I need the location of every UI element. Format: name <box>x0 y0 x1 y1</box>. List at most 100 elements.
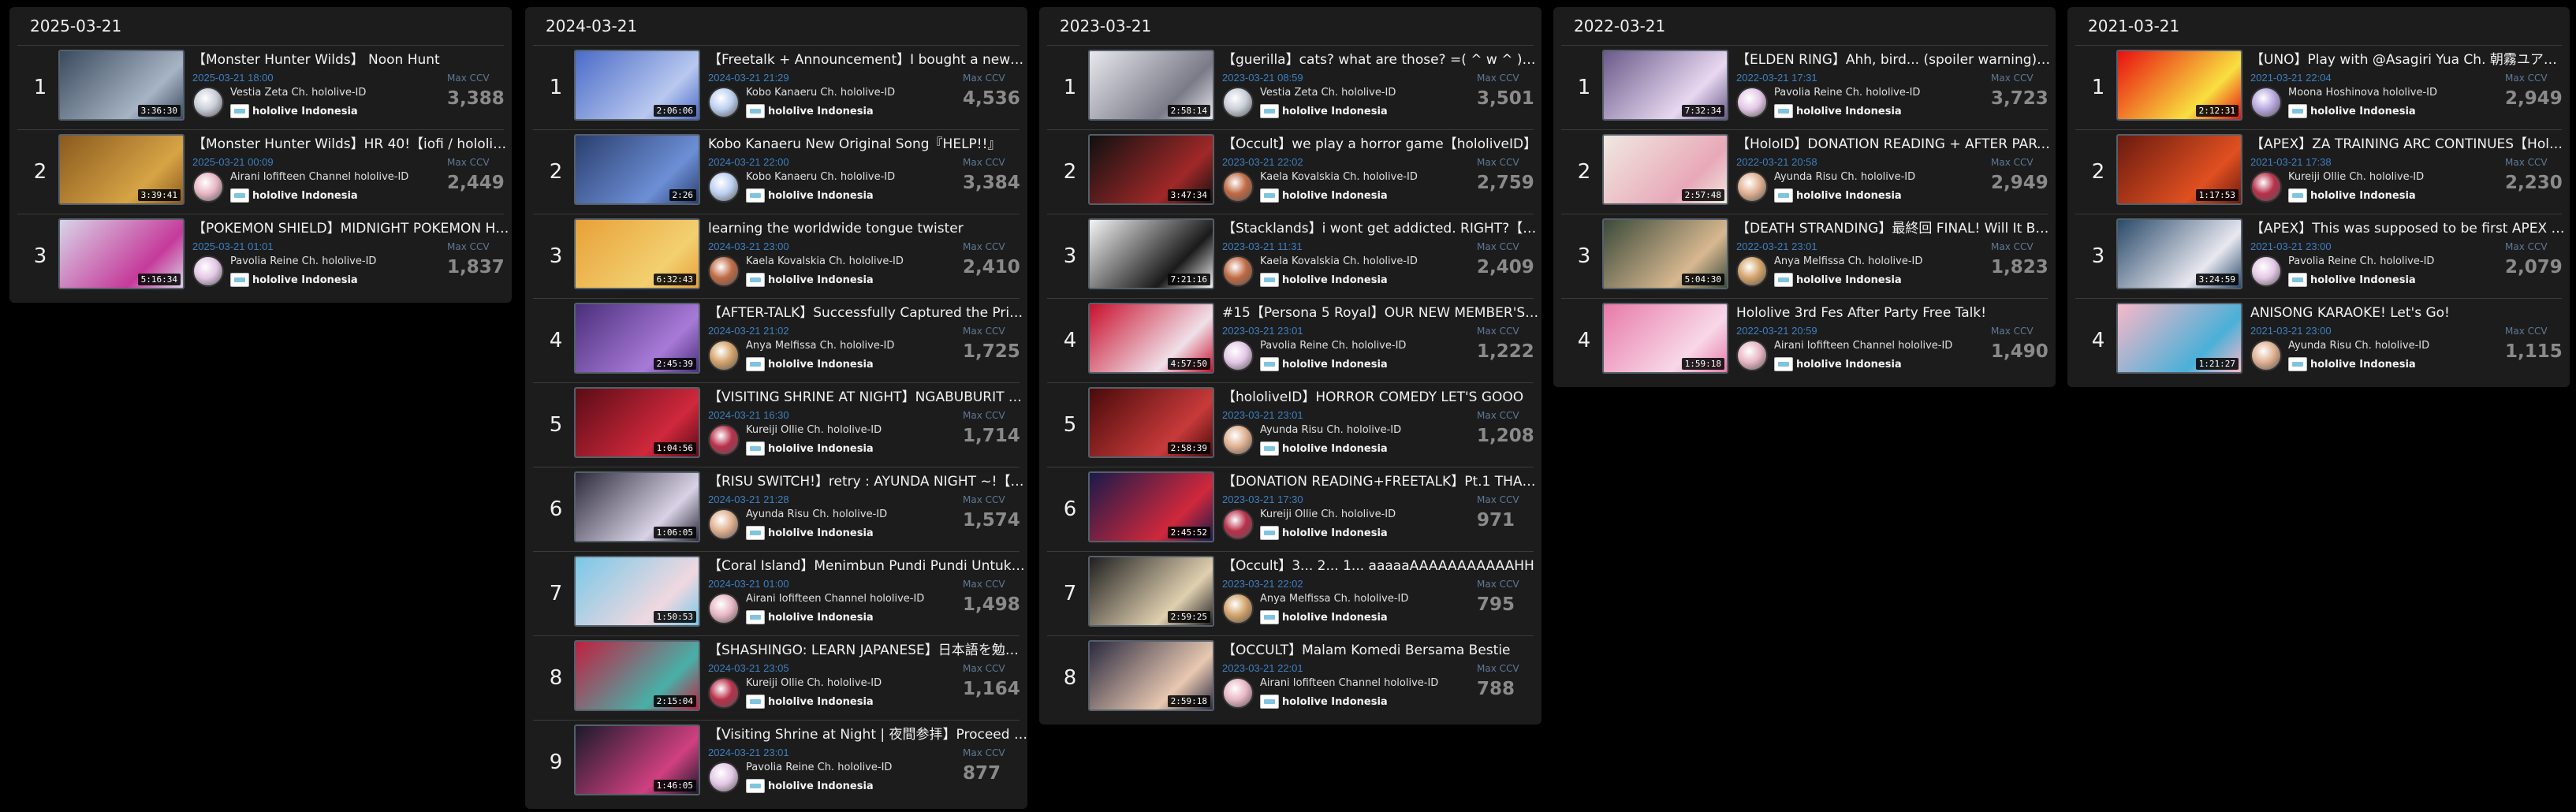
stream-row[interactable]: 3 5:04:30 【DEATH STRANDING】最終回 FINAL! Wi… <box>1561 214 2056 298</box>
channel-name[interactable]: Pavolia Reine Ch. hololive-ID <box>1260 340 1457 352</box>
org-tag[interactable]: hololive Indonesia <box>1260 525 1388 541</box>
channel-avatar[interactable] <box>1736 171 1768 203</box>
stream-thumbnail[interactable]: 1:21:27 <box>2116 303 2242 374</box>
stream-thumbnail[interactable]: 2:26 <box>574 134 700 205</box>
org-tag[interactable]: hololive Indonesia <box>746 525 874 541</box>
org-tag[interactable]: hololive Indonesia <box>1774 188 1902 203</box>
channel-name[interactable]: Pavolia Reine Ch. hololive-ID <box>230 255 427 267</box>
channel-avatar[interactable] <box>1736 340 1768 371</box>
channel-avatar[interactable] <box>1736 255 1768 287</box>
org-tag[interactable]: hololive Indonesia <box>2288 272 2416 288</box>
stream-title-link[interactable]: 【Coral Island】Menimbun Pundi Pundi Untuk… <box>708 557 1027 575</box>
stream-title-link[interactable]: Hololive 3rd Fes After Party Free Talk! <box>1736 304 2056 322</box>
stream-row[interactable]: 9 1:46:05 【Visiting Shrine at Night | 夜間… <box>533 720 1027 804</box>
stream-thumbnail[interactable]: 2:45:39 <box>574 303 700 374</box>
channel-name[interactable]: Kaela Kovalskia Ch. hololive-ID <box>1260 171 1457 183</box>
channel-name[interactable]: Anya Melfissa Ch. hololive-ID <box>746 340 943 352</box>
channel-name[interactable]: Airani Iofifteen Channel hololive-ID <box>1774 340 1971 352</box>
stream-row[interactable]: 1 3:36:30 【Monster Hunter Wilds】 Noon Hu… <box>17 45 505 129</box>
channel-name[interactable]: Pavolia Reine Ch. hololive-ID <box>746 762 943 773</box>
stream-row[interactable]: 6 2:45:52 【DONATION READING+FREETALK】Pt.… <box>1047 467 1541 551</box>
stream-thumbnail[interactable]: 1:59:18 <box>1602 303 1728 374</box>
channel-name[interactable]: Kobo Kanaeru Ch. hololive-ID <box>746 87 943 99</box>
stream-title-link[interactable]: 【UNO】Play with @Asagiri Yua Ch. 朝霧ユア【hol… <box>2250 50 2570 69</box>
channel-avatar[interactable] <box>192 87 224 118</box>
stream-title-link[interactable]: #15【Persona 5 Royal】OUR NEW MEMBER'S OKU… <box>1222 304 1541 322</box>
channel-name[interactable]: Kureiji Ollie Ch. hololive-ID <box>746 677 943 689</box>
stream-thumbnail[interactable]: 3:39:41 <box>58 134 185 205</box>
stream-thumbnail[interactable]: 2:59:25 <box>1088 556 1214 627</box>
stream-row[interactable]: 8 2:15:04 【SHASHINGO: LEARN JAPANESE】日本語… <box>533 635 1027 720</box>
channel-avatar[interactable] <box>1222 508 1254 540</box>
org-tag[interactable]: hololive Indonesia <box>230 188 358 203</box>
channel-avatar[interactable] <box>192 171 224 203</box>
channel-name[interactable]: Kobo Kanaeru Ch. hololive-ID <box>746 171 943 183</box>
stream-thumbnail[interactable]: 2:12:31 <box>2116 50 2242 121</box>
channel-avatar[interactable] <box>708 255 740 287</box>
channel-name[interactable]: Ayunda Risu Ch. hololive-ID <box>746 508 943 520</box>
channel-name[interactable]: Moona Hoshinova hololive-ID <box>2288 87 2485 99</box>
stream-row[interactable]: 3 3:24:59 【APEX】This was supposed to be … <box>2075 214 2570 298</box>
stream-title-link[interactable]: 【Monster Hunter Wilds】 Noon Hunt <box>192 50 512 69</box>
stream-title-link[interactable]: 【RISU SWITCH!】retry : AYUNDA NIGHT ~!【ho… <box>708 472 1027 491</box>
stream-title-link[interactable]: 【POKEMON SHIELD】MIDNIGHT POKEMON HUNTING <box>192 219 512 238</box>
channel-avatar[interactable] <box>1222 677 1254 709</box>
channel-avatar[interactable] <box>708 87 740 118</box>
stream-thumbnail[interactable]: 5:16:34 <box>58 218 185 289</box>
channel-name[interactable]: Ayunda Risu Ch. hololive-ID <box>1260 424 1457 436</box>
stream-thumbnail[interactable]: 1:46:05 <box>574 724 700 795</box>
org-tag[interactable]: hololive Indonesia <box>1774 356 1902 372</box>
stream-row[interactable]: 1 2:06:06 【Freetalk + Announcement】I bou… <box>533 45 1027 129</box>
channel-avatar[interactable] <box>1222 593 1254 624</box>
stream-thumbnail[interactable]: 2:15:04 <box>574 640 700 711</box>
channel-name[interactable]: Pavolia Reine Ch. hololive-ID <box>2288 255 2485 267</box>
channel-avatar[interactable] <box>708 677 740 709</box>
channel-name[interactable]: Vestia Zeta Ch. hololive-ID <box>1260 87 1457 99</box>
stream-thumbnail[interactable]: 3:47:34 <box>1088 134 1214 205</box>
stream-title-link[interactable]: 【DEATH STRANDING】最終回 FINAL! Will It Be T… <box>1736 219 2056 238</box>
org-tag[interactable]: hololive Indonesia <box>746 272 874 288</box>
channel-name[interactable]: Kureiji Ollie Ch. hololive-ID <box>2288 171 2485 183</box>
org-tag[interactable]: hololive Indonesia <box>230 272 358 288</box>
channel-name[interactable]: Kureiji Ollie Ch. hololive-ID <box>1260 508 1457 520</box>
stream-row[interactable]: 2 3:39:41 【Monster Hunter Wilds】HR 40!【i… <box>17 129 512 214</box>
channel-avatar[interactable] <box>2250 255 2282 287</box>
stream-title-link[interactable]: 【DONATION READING+FREETALK】Pt.1 THANK YO… <box>1222 472 1541 491</box>
org-tag[interactable]: hololive Indonesia <box>2288 356 2416 372</box>
stream-row[interactable]: 2 1:17:53 【APEX】ZA TRAINING ARC CONTINUE… <box>2075 129 2570 214</box>
channel-name[interactable]: Airani Iofifteen Channel hololive-ID <box>1260 677 1457 689</box>
stream-row[interactable]: 5 1:04:56 【VISITING SHRINE AT NIGHT】NGAB… <box>533 382 1027 467</box>
channel-avatar[interactable] <box>708 424 740 456</box>
stream-thumbnail[interactable]: 5:04:30 <box>1602 218 1728 289</box>
channel-avatar[interactable] <box>2250 171 2282 203</box>
channel-avatar[interactable] <box>2250 340 2282 371</box>
stream-thumbnail[interactable]: 2:58:14 <box>1088 50 1214 121</box>
channel-name[interactable]: Kaela Kovalskia Ch. hololive-ID <box>746 255 943 267</box>
stream-row[interactable]: 4 1:21:27 ANISONG KARAOKE! Let's Go! 202… <box>2075 298 2563 382</box>
stream-thumbnail[interactable]: 2:45:52 <box>1088 471 1214 542</box>
org-tag[interactable]: hololive Indonesia <box>746 103 874 119</box>
stream-thumbnail[interactable]: 2:06:06 <box>574 50 700 121</box>
stream-row[interactable]: 8 2:59:18 【OCCULT】Malam Komedi Bersama B… <box>1047 635 1534 720</box>
stream-thumbnail[interactable]: 3:24:59 <box>2116 218 2242 289</box>
stream-row[interactable]: 3 6:32:43 learning the worldwide tongue … <box>533 214 1020 298</box>
channel-avatar[interactable] <box>1222 171 1254 203</box>
stream-thumbnail[interactable]: 1:04:56 <box>574 387 700 458</box>
stream-title-link[interactable]: 【APEX】This was supposed to be first APEX… <box>2250 219 2570 238</box>
channel-name[interactable]: Ayunda Risu Ch. hololive-ID <box>1774 171 1971 183</box>
channel-avatar[interactable] <box>708 593 740 624</box>
stream-thumbnail[interactable]: 6:32:43 <box>574 218 700 289</box>
org-tag[interactable]: hololive Indonesia <box>746 356 874 372</box>
stream-title-link[interactable]: 【SHASHINGO: LEARN JAPANESE】日本語を勉強しよう <box>708 641 1027 660</box>
stream-thumbnail[interactable]: 1:06:05 <box>574 471 700 542</box>
org-tag[interactable]: hololive Indonesia <box>230 103 358 119</box>
channel-avatar[interactable] <box>708 762 740 793</box>
stream-row[interactable]: 1 2:58:14 【guerilla】cats? what are those… <box>1047 45 1541 129</box>
stream-thumbnail[interactable]: 2:57:48 <box>1602 134 1728 205</box>
stream-title-link[interactable]: 【hololiveID】HORROR COMEDY LET'S GOOO <box>1222 388 1541 407</box>
stream-title-link[interactable]: 【Monster Hunter Wilds】HR 40!【iofi / holo… <box>192 135 512 154</box>
stream-title-link[interactable]: 【HoloID】DONATION READING + AFTER PARTY! <box>1736 135 2056 154</box>
stream-row[interactable]: 2 2:57:48 【HoloID】DONATION READING + AFT… <box>1561 129 2056 214</box>
org-tag[interactable]: hololive Indonesia <box>1774 272 1902 288</box>
stream-thumbnail[interactable]: 1:50:53 <box>574 556 700 627</box>
